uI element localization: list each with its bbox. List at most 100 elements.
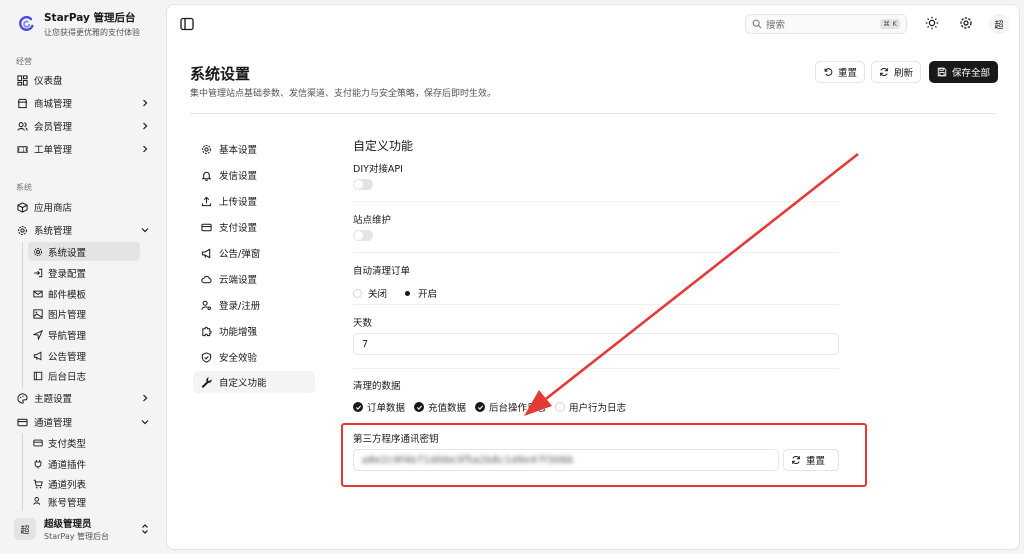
diy-api-switch[interactable] xyxy=(353,179,373,190)
user-menu[interactable]: 超 超级管理员 StarPay 管理后台 xyxy=(14,514,156,544)
sidebar-subitem-channel-list[interactable]: 通道列表 xyxy=(28,474,140,493)
refresh-icon xyxy=(792,455,800,465)
refresh-button[interactable]: 刷新 xyxy=(871,61,922,83)
button-label: 保存全部 xyxy=(952,68,991,79)
submenu-guide-line xyxy=(22,433,23,511)
sidebar-subitem-label: 后台日志 xyxy=(48,371,87,383)
sidebar-subitem-label: 通道插件 xyxy=(48,459,87,471)
search-input[interactable]: 搜索 ⌘ K xyxy=(745,14,907,34)
brand-logo-icon xyxy=(19,16,34,31)
nav-section-system: 系统 xyxy=(16,183,32,192)
store-icon xyxy=(16,97,28,109)
settings-tab-login[interactable]: 登录/注册 xyxy=(193,294,315,316)
sidebar-item-label: 系统管理 xyxy=(34,226,73,237)
users-icon xyxy=(32,495,43,506)
user-key-icon xyxy=(200,299,212,311)
sidebar-item-label: 应用商店 xyxy=(34,203,73,214)
nav-section-business: 经营 xyxy=(16,57,32,66)
sidebar-item-store[interactable]: 商城管理 xyxy=(10,93,156,113)
button-label: 刷新 xyxy=(894,68,914,79)
chevron-down-icon xyxy=(141,420,149,425)
topbar: 搜索 ⌘ K 超 xyxy=(167,5,1019,43)
settings-tab-cloud[interactable]: 云端设置 xyxy=(193,268,315,290)
maintenance-switch[interactable] xyxy=(353,230,373,241)
sidebar-item-tickets[interactable]: 工单管理 xyxy=(10,139,156,159)
days-value: 7 xyxy=(362,338,369,350)
user-subtitle: StarPay 管理后台 xyxy=(44,532,110,541)
settings-tab-label: 功能增强 xyxy=(219,327,258,338)
settings-tab-payment[interactable]: 支付设置 xyxy=(193,216,315,238)
secret-input[interactable]: a8e2c9f4b71d06e3f5a2b8c1d9e47f306b xyxy=(353,449,779,471)
sidebar-subitem-system-settings[interactable]: 系统设置 xyxy=(28,242,140,261)
sidebar-subitem-navigation[interactable]: 导航管理 xyxy=(28,325,140,344)
users-icon xyxy=(16,120,28,132)
submenu-guide-line xyxy=(22,242,23,388)
field-divider xyxy=(353,368,839,369)
sidebar-subitem-accounts[interactable]: 账号管理 xyxy=(28,495,140,507)
settings-tab-mail[interactable]: 发信设置 xyxy=(193,164,315,186)
settings-tab-security[interactable]: 安全效验 xyxy=(193,346,315,368)
sidebar-subitem-label: 导航管理 xyxy=(48,330,87,342)
upload-icon xyxy=(200,195,212,207)
checkbox-recharge-data[interactable]: 充值数据 xyxy=(414,400,466,414)
checkbox-user-log[interactable]: 用户行为日志 xyxy=(555,400,626,414)
sidebar-item-label: 通道管理 xyxy=(34,418,73,429)
sidebar-toggle-icon[interactable] xyxy=(179,16,195,32)
gear-icon[interactable] xyxy=(959,16,973,30)
sidebar-item-members[interactable]: 会员管理 xyxy=(10,116,156,136)
sidebar-item-channels[interactable]: 通道管理 xyxy=(10,412,156,432)
log-icon xyxy=(32,370,43,381)
avatar[interactable]: 超 xyxy=(989,14,1009,34)
sidebar-subitem-payment-types[interactable]: 支付类型 xyxy=(28,433,140,452)
chevrons-up-down-icon xyxy=(142,524,148,534)
days-input[interactable]: 7 xyxy=(353,333,839,355)
sidebar-subitem-mail-templates[interactable]: 邮件模板 xyxy=(28,284,140,303)
search-icon xyxy=(752,19,762,29)
gear-icon xyxy=(32,246,43,257)
sidebar-item-system[interactable]: 系统管理 xyxy=(10,220,156,240)
checkbox-order-data[interactable]: 订单数据 xyxy=(353,400,405,414)
reset-secret-button[interactable]: 重置 xyxy=(783,449,839,471)
chevron-right-icon xyxy=(143,394,148,402)
save-all-button[interactable]: 保存全部 xyxy=(929,61,999,83)
sidebar-subitem-login-config[interactable]: 登录配置 xyxy=(28,263,140,282)
reset-all-button[interactable]: 重置 xyxy=(815,61,866,83)
bell-icon xyxy=(200,169,212,181)
sun-icon[interactable] xyxy=(925,16,939,30)
checkbox-label: 订单数据 xyxy=(367,403,406,414)
mail-icon xyxy=(32,288,43,299)
radio-off[interactable] xyxy=(353,288,362,298)
settings-tab-label: 云端设置 xyxy=(219,275,258,286)
radio-on[interactable] xyxy=(403,289,412,298)
sidebar-subitem-admin-logs[interactable]: 后台日志 xyxy=(28,366,140,385)
check-icon xyxy=(353,402,363,412)
sidebar-subitem-images[interactable]: 图片管理 xyxy=(28,304,140,323)
sidebar-item-dashboard[interactable]: 仪表盘 xyxy=(10,70,156,90)
cart-icon xyxy=(32,478,43,489)
sidebar-subitem-label: 支付类型 xyxy=(48,438,87,450)
sidebar-item-theme[interactable]: 主题设置 xyxy=(10,388,156,408)
field-divider xyxy=(353,201,839,202)
sidebar-item-appstore[interactable]: 应用商店 xyxy=(10,197,156,217)
dashboard-icon xyxy=(16,74,28,86)
settings-tab-announcement[interactable]: 公告/弹窗 xyxy=(193,242,315,264)
avatar: 超 xyxy=(14,518,36,540)
checkbox-empty xyxy=(555,402,566,412)
navigation-icon xyxy=(32,329,43,340)
clean-data-label: 清理的数据 xyxy=(353,381,401,392)
check-icon xyxy=(414,402,425,412)
settings-tab-enhance[interactable]: 功能增强 xyxy=(193,320,315,342)
checkbox-admin-log[interactable]: 后台操作日志 xyxy=(475,400,546,414)
shield-check-icon xyxy=(200,351,212,363)
credit-card-icon xyxy=(200,221,212,233)
brand[interactable]: StarPay 管理后台 让您获得更优雅的支付体验 xyxy=(18,10,140,38)
settings-tab-upload[interactable]: 上传设置 xyxy=(193,190,315,212)
secret-label: 第三方程序通讯密钥 xyxy=(353,434,439,445)
settings-tab-custom[interactable]: 自定义功能 xyxy=(193,371,315,393)
sidebar-subitem-channel-plugins[interactable]: 通道插件 xyxy=(28,454,140,473)
sidebar-subitem-announcements[interactable]: 公告管理 xyxy=(28,346,140,365)
settings-tab-basic[interactable]: 基本设置 xyxy=(193,138,315,160)
auto-clean-radio-group: 关闭 开启 xyxy=(353,286,437,300)
days-label: 天数 xyxy=(353,318,373,329)
package-icon xyxy=(16,201,28,213)
